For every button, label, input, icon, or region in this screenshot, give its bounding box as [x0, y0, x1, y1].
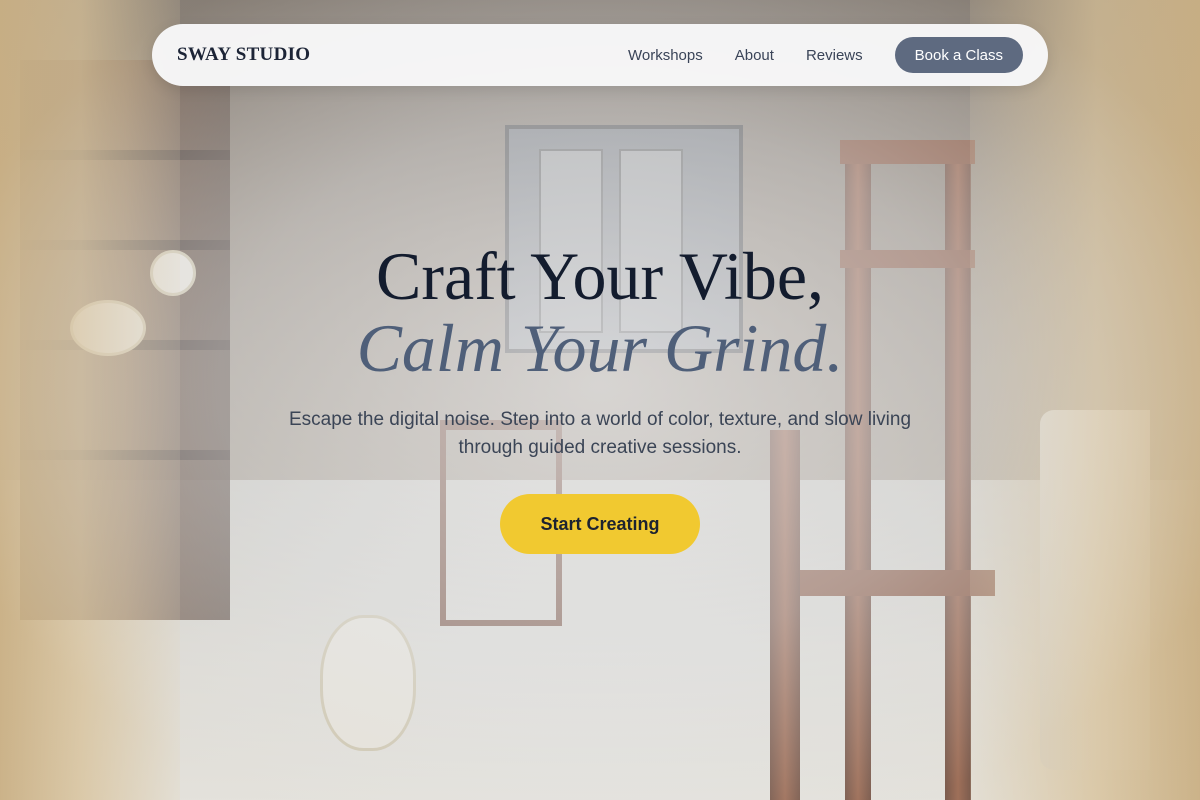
hero-headline: Craft Your Vibe, Calm Your Grind. [0, 240, 1200, 384]
brand-logo[interactable]: SWAY STUDIO [177, 44, 310, 66]
nav-link-about[interactable]: About [735, 47, 774, 64]
hero-headline-line1: Craft Your Vibe, [375, 238, 824, 314]
book-a-class-button[interactable]: Book a Class [894, 37, 1023, 73]
nav-links: Workshops About Reviews Book a Class [628, 37, 1023, 73]
nav-link-workshops[interactable]: Workshops [628, 47, 703, 64]
hero-subtitle: Escape the digital noise. Step into a wo… [288, 409, 912, 458]
start-creating-button[interactable]: Start Creating [500, 494, 700, 554]
hero-section: Craft Your Vibe, Calm Your Grind. Escape… [0, 240, 1200, 554]
top-navigation-bar: SWAY STUDIO Workshops About Reviews Book… [152, 24, 1048, 86]
hero-headline-line2: Calm Your Grind. [356, 310, 844, 386]
nav-link-reviews[interactable]: Reviews [806, 47, 863, 64]
